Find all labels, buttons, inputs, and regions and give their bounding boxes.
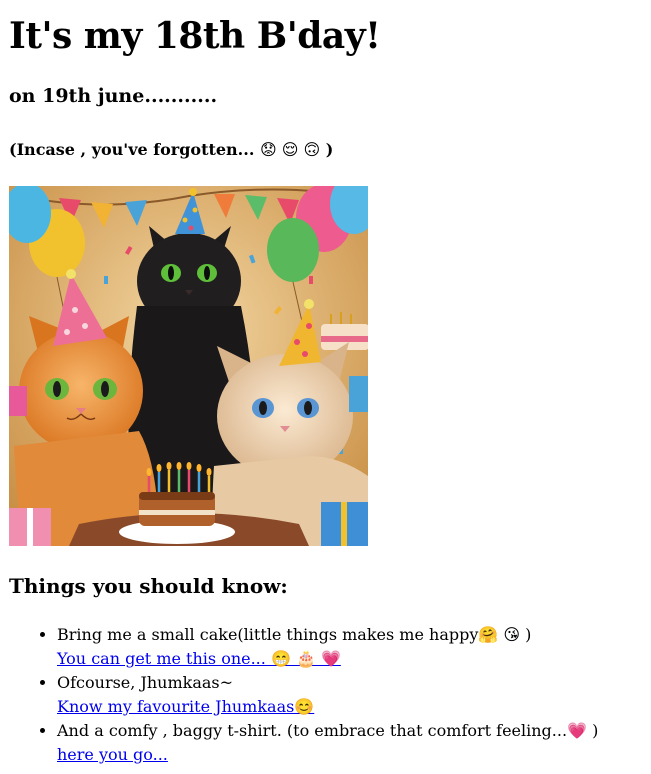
reminder-text: (Incase , you've forgotten... xyxy=(9,140,260,159)
birthday-cats-image xyxy=(9,186,368,546)
wishlist: Bring me a small cake(little things make… xyxy=(0,623,651,767)
jhumkaas-link[interactable]: Know my favourite Jhumkaas😊 xyxy=(57,697,314,716)
section-title: Things you should know: xyxy=(9,574,288,598)
reminder-emojis: 😟 😌 🙃 xyxy=(259,140,321,159)
tshirt-link[interactable]: here you go... xyxy=(57,745,168,764)
list-item: Ofcourse, Jhumkaas~ Know my favourite Jh… xyxy=(57,671,651,719)
cake-link[interactable]: You can get me this one... 😁 🎂 💗 xyxy=(57,649,341,668)
item-text: And a comfy , baggy t-shirt. (to embrace… xyxy=(57,721,568,740)
list-item: And a comfy , baggy t-shirt. (to embrace… xyxy=(57,719,651,767)
reminder-note: (Incase , you've forgotten... 😟 😌 🙃 ) xyxy=(9,139,333,161)
item-emojis: 💗 xyxy=(567,721,587,740)
item-emojis: 🤗 😘 xyxy=(478,625,521,644)
item-close: ) xyxy=(520,625,532,644)
list-item: Bring me a small cake(little things make… xyxy=(57,623,651,671)
page-title: It's my 18th B'day! xyxy=(9,15,381,57)
item-text: Ofcourse, Jhumkaas~ xyxy=(57,673,234,692)
page: It's my 18th B'day! on 19th june........… xyxy=(0,0,651,774)
item-close: ) xyxy=(586,721,599,740)
birthday-date: on 19th june........... xyxy=(9,85,218,107)
reminder-close: ) xyxy=(320,140,334,159)
item-text: Bring me a small cake(little things make… xyxy=(57,625,479,644)
